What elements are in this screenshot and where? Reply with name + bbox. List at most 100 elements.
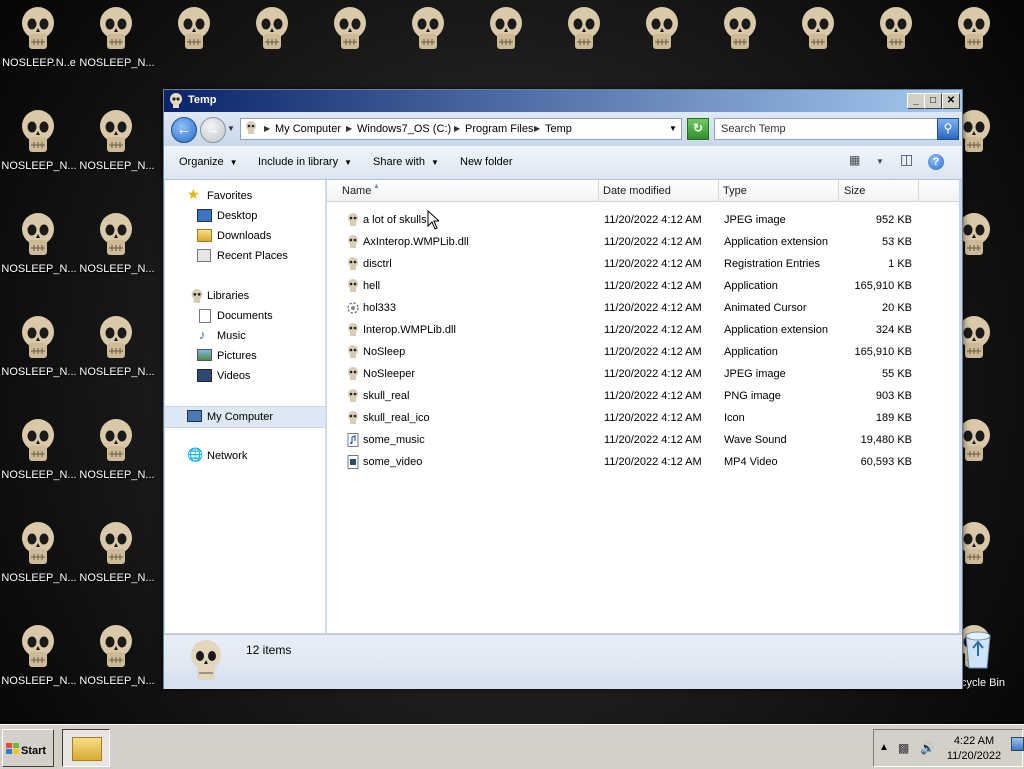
nav-desktop[interactable]: Desktop (165, 206, 325, 226)
breadcrumb-windows7-os[interactable]: Windows7_OS (C:) (357, 123, 451, 135)
search-input[interactable]: Search Temp (714, 118, 938, 140)
desktop-icon-nosleep[interactable]: NOSLEEP_N... (78, 103, 156, 203)
desktop-icon-nosleep[interactable] (546, 0, 624, 100)
desktop-icon-nosleep[interactable] (858, 0, 936, 100)
column-size[interactable]: Size (844, 185, 865, 197)
file-row[interactable]: hell 11/20/2022 4:12 AM Application 165,910… (327, 275, 959, 297)
desktop-icon-nosleep[interactable]: NOSLEEP_N... (0, 515, 78, 615)
volume-icon[interactable]: 🔊 (920, 741, 935, 755)
file-row[interactable]: NoSleep 11/20/2022 4:12 AM Application 165,… (327, 341, 959, 363)
close-button[interactable]: ✕ (942, 93, 960, 109)
file-row[interactable]: disctrl 11/20/2022 4:12 AM Registration En… (327, 253, 959, 275)
desktop-icon-nosleep[interactable]: NOSLEEP_N... (78, 0, 156, 100)
nav-music[interactable]: ♪ Music (165, 326, 325, 346)
search-icon[interactable]: ⚲ (937, 118, 959, 140)
start-button[interactable]: Start (2, 729, 54, 767)
desktop-icon-nosleep[interactable] (702, 0, 780, 100)
share-with-button[interactable]: Share with ▼ (373, 156, 439, 168)
desktop-icon-nosleep[interactable]: NOSLEEP.N..e (0, 0, 78, 100)
skull-icon (347, 257, 359, 271)
desktop-icon-nosleep[interactable]: NOSLEEP_N... (78, 206, 156, 306)
desktop-icon-nosleep[interactable] (780, 0, 858, 100)
refresh-button[interactable]: ↻ (687, 118, 709, 140)
file-date-modified: 11/20/2022 4:12 AM (604, 258, 702, 270)
title-bar[interactable]: Temp _ □ ✕ (164, 90, 962, 112)
file-row[interactable]: AxInterop.WMPLib.dll 11/20/2022 4:12 AM Ap… (327, 231, 959, 253)
desktop-icon-nosleep[interactable] (312, 0, 390, 100)
maximize-button[interactable]: □ (924, 93, 942, 109)
desktop-icon-nosleep[interactable]: NOSLEEP_N... (78, 309, 156, 409)
nav-favorites[interactable]: ★ Favorites (165, 186, 325, 206)
desktop-icon-nosleep[interactable]: NOSLEEP_N... (0, 309, 78, 409)
preview-pane-icon[interactable]: ◫ (900, 151, 913, 169)
desktop-icon-nosleep[interactable] (234, 0, 312, 100)
column-divider[interactable] (838, 180, 839, 201)
recycle-bin-icon[interactable] (961, 626, 995, 670)
chevron-right-icon[interactable]: ▶ (454, 124, 460, 133)
file-row[interactable]: Interop.WMPLib.dll 11/20/2022 4:12 AM Appl… (327, 319, 959, 341)
desktop-icon-nosleep[interactable]: NOSLEEP_N... (78, 515, 156, 615)
view-options-icon[interactable]: ▦ (849, 153, 860, 171)
chevron-right-icon[interactable]: ▶ (534, 124, 540, 133)
chevron-up-icon[interactable]: ▲ (879, 742, 889, 753)
file-row[interactable]: some_video 11/20/2022 4:12 AM MP4 Video 60,… (327, 451, 959, 473)
desktop-icon-nosleep[interactable]: NOSLEEP_N... (0, 618, 78, 718)
column-divider[interactable] (598, 180, 599, 201)
file-row[interactable]: some_music 11/20/2022 4:12 AM Wave Sound 19… (327, 429, 959, 451)
minimize-button[interactable]: _ (907, 93, 925, 109)
file-size: 165,910 KB (854, 280, 913, 292)
taskbar-explorer-button[interactable] (62, 729, 110, 767)
desktop-icon-nosleep[interactable]: NOSLEEP_N... (78, 412, 156, 512)
breadcrumb-my-computer[interactable]: My Computer (275, 123, 341, 135)
include-in-library-button[interactable]: Include in library ▼ (258, 156, 352, 168)
desktop-icon-nosleep[interactable]: NOSLEEP_N... (0, 412, 78, 512)
nav-recent-places-label: Recent Places (217, 250, 288, 262)
nav-recent-places[interactable]: Recent Places (165, 246, 325, 266)
nav-libraries[interactable]: Libraries (165, 286, 325, 306)
file-row[interactable]: a lot of skulls 11/20/2022 4:12 AM JPEG im… (327, 209, 959, 231)
desktop-icon-nosleep[interactable]: NOSLEEP_N... (0, 206, 78, 306)
chevron-right-icon[interactable]: ▶ (264, 124, 270, 133)
breadcrumb-program-files[interactable]: Program Files (465, 123, 533, 135)
organize-button[interactable]: Organize ▼ (179, 156, 238, 168)
desktop-icon-nosleep[interactable]: NOSLEEP_N... (0, 103, 78, 203)
desktop-icon-nosleep[interactable] (156, 0, 234, 100)
file-row[interactable]: hol333 11/20/2022 4:12 AM Animated Cursor 2… (327, 297, 959, 319)
taskbar: Start ▲ ▩ 🔊 4:22 AM 11/20/2022 (0, 724, 1024, 769)
forward-button[interactable]: → (200, 117, 226, 143)
nav-documents[interactable]: Documents (165, 306, 325, 326)
file-row[interactable]: skull_real_ico 11/20/2022 4:12 AM Icon 189 … (327, 407, 959, 429)
back-button[interactable]: ← (171, 117, 197, 143)
nav-network[interactable]: 🌐 Network (165, 446, 325, 466)
clock[interactable]: 4:22 AM 11/20/2022 (944, 734, 1004, 764)
file-size: 19,480 KB (860, 434, 912, 446)
nav-downloads[interactable]: Downloads (165, 226, 325, 246)
file-size: 55 KB (882, 368, 912, 380)
desktop-icon-nosleep[interactable] (468, 0, 546, 100)
desktop-icon-nosleep[interactable] (936, 0, 1014, 100)
clock-date: 11/20/2022 (946, 750, 1002, 762)
nav-pictures[interactable]: Pictures (165, 346, 325, 366)
desktop-icon-nosleep[interactable] (390, 0, 468, 100)
file-row[interactable]: skull_real 11/20/2022 4:12 AM PNG image 903… (327, 385, 959, 407)
desktop-icon-nosleep[interactable]: NOSLEEP_N... (78, 618, 156, 718)
chevron-down-icon[interactable]: ▼ (876, 157, 884, 175)
column-divider[interactable] (918, 180, 919, 201)
breadcrumb-temp[interactable]: Temp (545, 123, 572, 135)
new-folder-button[interactable]: New folder (460, 156, 513, 168)
file-row[interactable]: NoSleeper 11/20/2022 4:12 AM JPEG image 55 … (327, 363, 959, 385)
recent-pages-dropdown-icon[interactable]: ▼ (227, 124, 235, 133)
column-type[interactable]: Type (723, 185, 747, 197)
desktop-icon-nosleep[interactable] (624, 0, 702, 100)
network-tray-icon[interactable]: ▩ (898, 741, 909, 755)
help-icon[interactable]: ? (928, 154, 944, 170)
column-name[interactable]: Name (342, 185, 371, 197)
column-date-modified[interactable]: Date modified (603, 185, 671, 197)
nav-videos[interactable]: Videos (165, 366, 325, 386)
breadcrumb[interactable]: ▶ My Computer ▶ Windows7_OS (C:) ▶ Progr… (240, 118, 682, 140)
chevron-down-icon[interactable]: ▼ (669, 124, 677, 133)
nav-my-computer[interactable]: My Computer (165, 406, 325, 428)
column-divider[interactable] (718, 180, 719, 201)
show-desktop-button[interactable] (1011, 737, 1024, 751)
chevron-right-icon[interactable]: ▶ (346, 124, 352, 133)
